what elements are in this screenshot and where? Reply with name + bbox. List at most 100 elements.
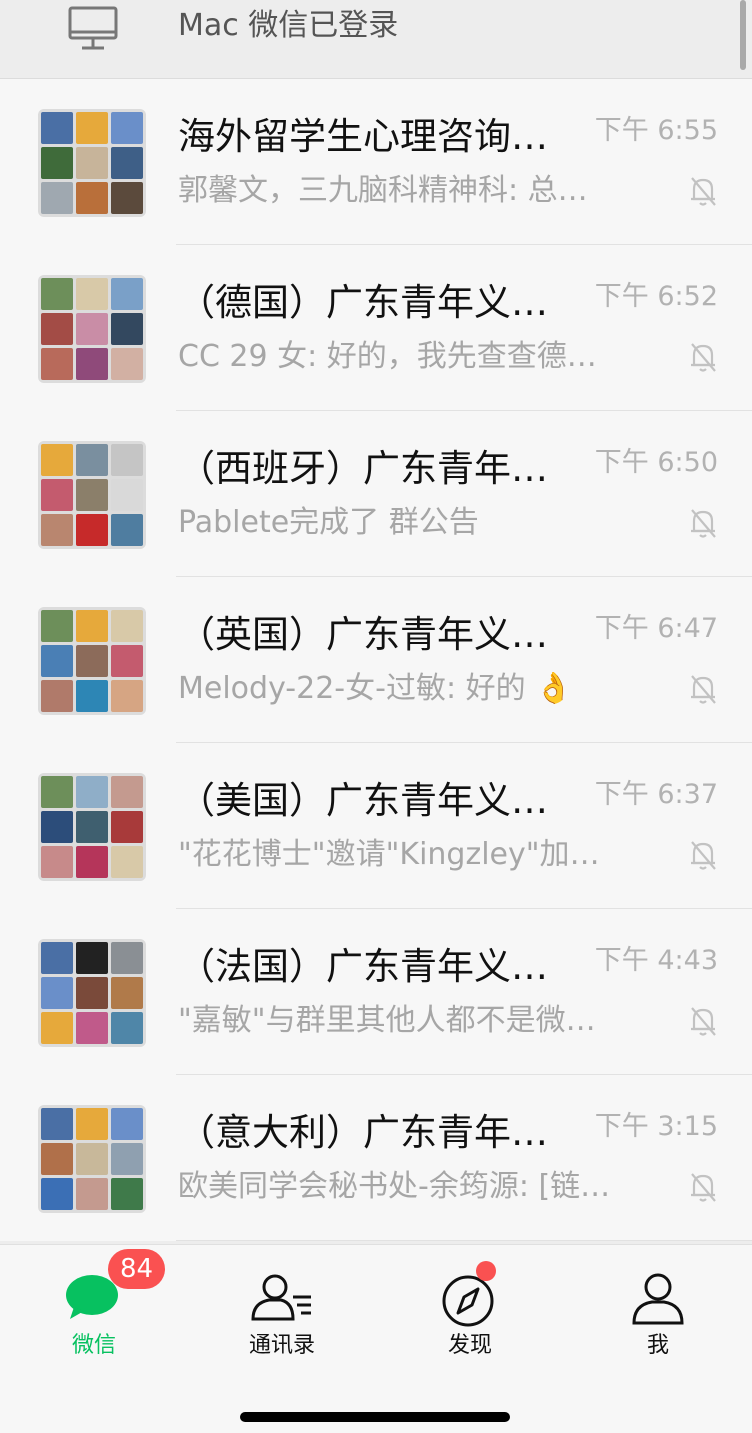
member-avatar-thumb [41,811,73,843]
member-avatar-thumb [111,645,143,677]
member-avatar-thumb [76,348,108,380]
member-avatar-thumb [41,645,73,677]
chat-title: 海外留学生心理咨询… [178,115,548,158]
member-avatar-thumb [76,977,108,1009]
member-avatar-thumb [76,1143,108,1175]
tab-chats[interactable]: 84 微信 [0,1245,188,1375]
member-avatar-thumb [41,313,73,345]
chat-title: （美国）广东青年义… [178,779,548,822]
chat-row[interactable]: （德国）广东青年义… 下午 6:52 CC 29 女: 好的，我先查查德… [0,245,752,411]
member-avatar-thumb [41,1178,73,1210]
member-avatar-thumb [76,278,108,310]
member-avatar-thumb [111,776,143,808]
member-avatar-thumb [111,514,143,546]
tab-contacts[interactable]: 通讯录 [188,1245,376,1375]
member-avatar-thumb [41,182,73,214]
member-avatar-thumb [111,479,143,511]
member-avatar-thumb [111,846,143,878]
member-avatar-thumb [111,348,143,380]
chat-last-message: CC 29 女: 好的，我先查查德… [178,339,597,374]
member-avatar-thumb [76,1012,108,1044]
member-avatar-thumb [111,1178,143,1210]
chat-last-message: 欧美同学会秘书处-余筠源: [链… [178,1169,611,1204]
member-avatar-thumb [41,444,73,476]
chat-title: （意大利）广东青年… [178,1111,548,1154]
member-avatar-thumb [41,112,73,144]
chat-time: 下午 6:37 [594,779,718,810]
member-avatar-thumb [76,444,108,476]
member-avatar-thumb [111,610,143,642]
member-avatar-thumb [76,1108,108,1140]
muted-bell-icon [688,1005,718,1041]
chat-title: （西班牙）广东青年… [178,447,548,490]
scrollbar[interactable] [740,0,746,70]
member-avatar-thumb [41,1143,73,1175]
chat-time: 下午 6:47 [594,613,718,644]
member-avatar-thumb [111,680,143,712]
member-avatar-thumb [76,112,108,144]
member-avatar-thumb [76,811,108,843]
chat-time: 下午 3:15 [594,1111,718,1142]
mac-login-text: Mac 微信已登录 [178,8,399,43]
member-avatar-thumb [41,1108,73,1140]
chat-row[interactable]: （西班牙）广东青年… 下午 6:50 Pablete完成了 群公告 [0,411,752,577]
chat-time: 下午 6:52 [594,281,718,312]
member-avatar-thumb [76,942,108,974]
member-avatar-thumb [76,776,108,808]
member-avatar-thumb [111,811,143,843]
member-avatar-thumb [41,348,73,380]
chat-last-message: "花花博士"邀请"Kingzley"加入… [178,837,628,872]
member-avatar-thumb [41,846,73,878]
home-indicator[interactable] [240,1412,510,1422]
member-avatar-thumb [76,846,108,878]
new-content-dot [476,1261,496,1281]
contacts-icon [249,1273,315,1327]
member-avatar-thumb [41,1012,73,1044]
chat-row[interactable]: （英国）广东青年义… 下午 6:47 Melody-22-女-过敏: 好的 👌 [0,577,752,743]
member-avatar-thumb [76,182,108,214]
member-avatar-thumb [41,942,73,974]
chat-title: （德国）广东青年义… [178,281,548,324]
member-avatar-thumb [111,1143,143,1175]
chat-time: 下午 6:55 [594,115,718,146]
tab-label: 我 [646,1333,669,1358]
mac-login-banner[interactable]: Mac 微信已登录 [0,0,752,79]
member-avatar-thumb [76,479,108,511]
chat-row[interactable]: （法国）广东青年义… 下午 4:43 "嘉敏"与群里其他人都不是微… [0,909,752,1075]
tab-label: 微信 [71,1333,116,1358]
member-avatar-thumb [111,1108,143,1140]
member-avatar-thumb [111,182,143,214]
member-avatar-thumb [76,1178,108,1210]
muted-bell-icon [688,341,718,377]
member-avatar-thumb [111,112,143,144]
tab-discover[interactable]: 发现 [376,1245,564,1375]
member-avatar-thumb [76,147,108,179]
chat-row[interactable]: 海外留学生心理咨询… 下午 6:55 郭馨文，三九脑科精神科: 总… [0,79,752,245]
member-avatar-thumb [76,610,108,642]
member-avatar-thumb [41,514,73,546]
muted-bell-icon [688,507,718,543]
member-avatar-thumb [111,278,143,310]
group-avatar [38,109,146,217]
chat-time: 下午 6:50 [594,447,718,478]
group-avatar [38,939,146,1047]
member-avatar-thumb [111,977,143,1009]
group-avatar [38,773,146,881]
member-avatar-thumb [41,147,73,179]
member-avatar-thumb [41,776,73,808]
tab-label: 发现 [447,1333,492,1358]
compass-icon [442,1273,498,1333]
chat-time: 下午 4:43 [594,945,718,976]
person-icon [630,1273,686,1329]
muted-bell-icon [688,673,718,709]
tab-bar: 84 微信 通讯录 发现 我 [0,1244,752,1433]
member-avatar-thumb [76,514,108,546]
member-avatar-thumb [111,444,143,476]
chat-row[interactable]: （意大利）广东青年… 下午 3:15 欧美同学会秘书处-余筠源: [链… [0,1075,752,1241]
group-avatar [38,1105,146,1213]
member-avatar-thumb [76,645,108,677]
monitor-icon [68,6,118,54]
tab-me[interactable]: 我 [564,1245,752,1375]
chat-row[interactable]: （美国）广东青年义… 下午 6:37 "花花博士"邀请"Kingzley"加入… [0,743,752,909]
member-avatar-thumb [41,479,73,511]
